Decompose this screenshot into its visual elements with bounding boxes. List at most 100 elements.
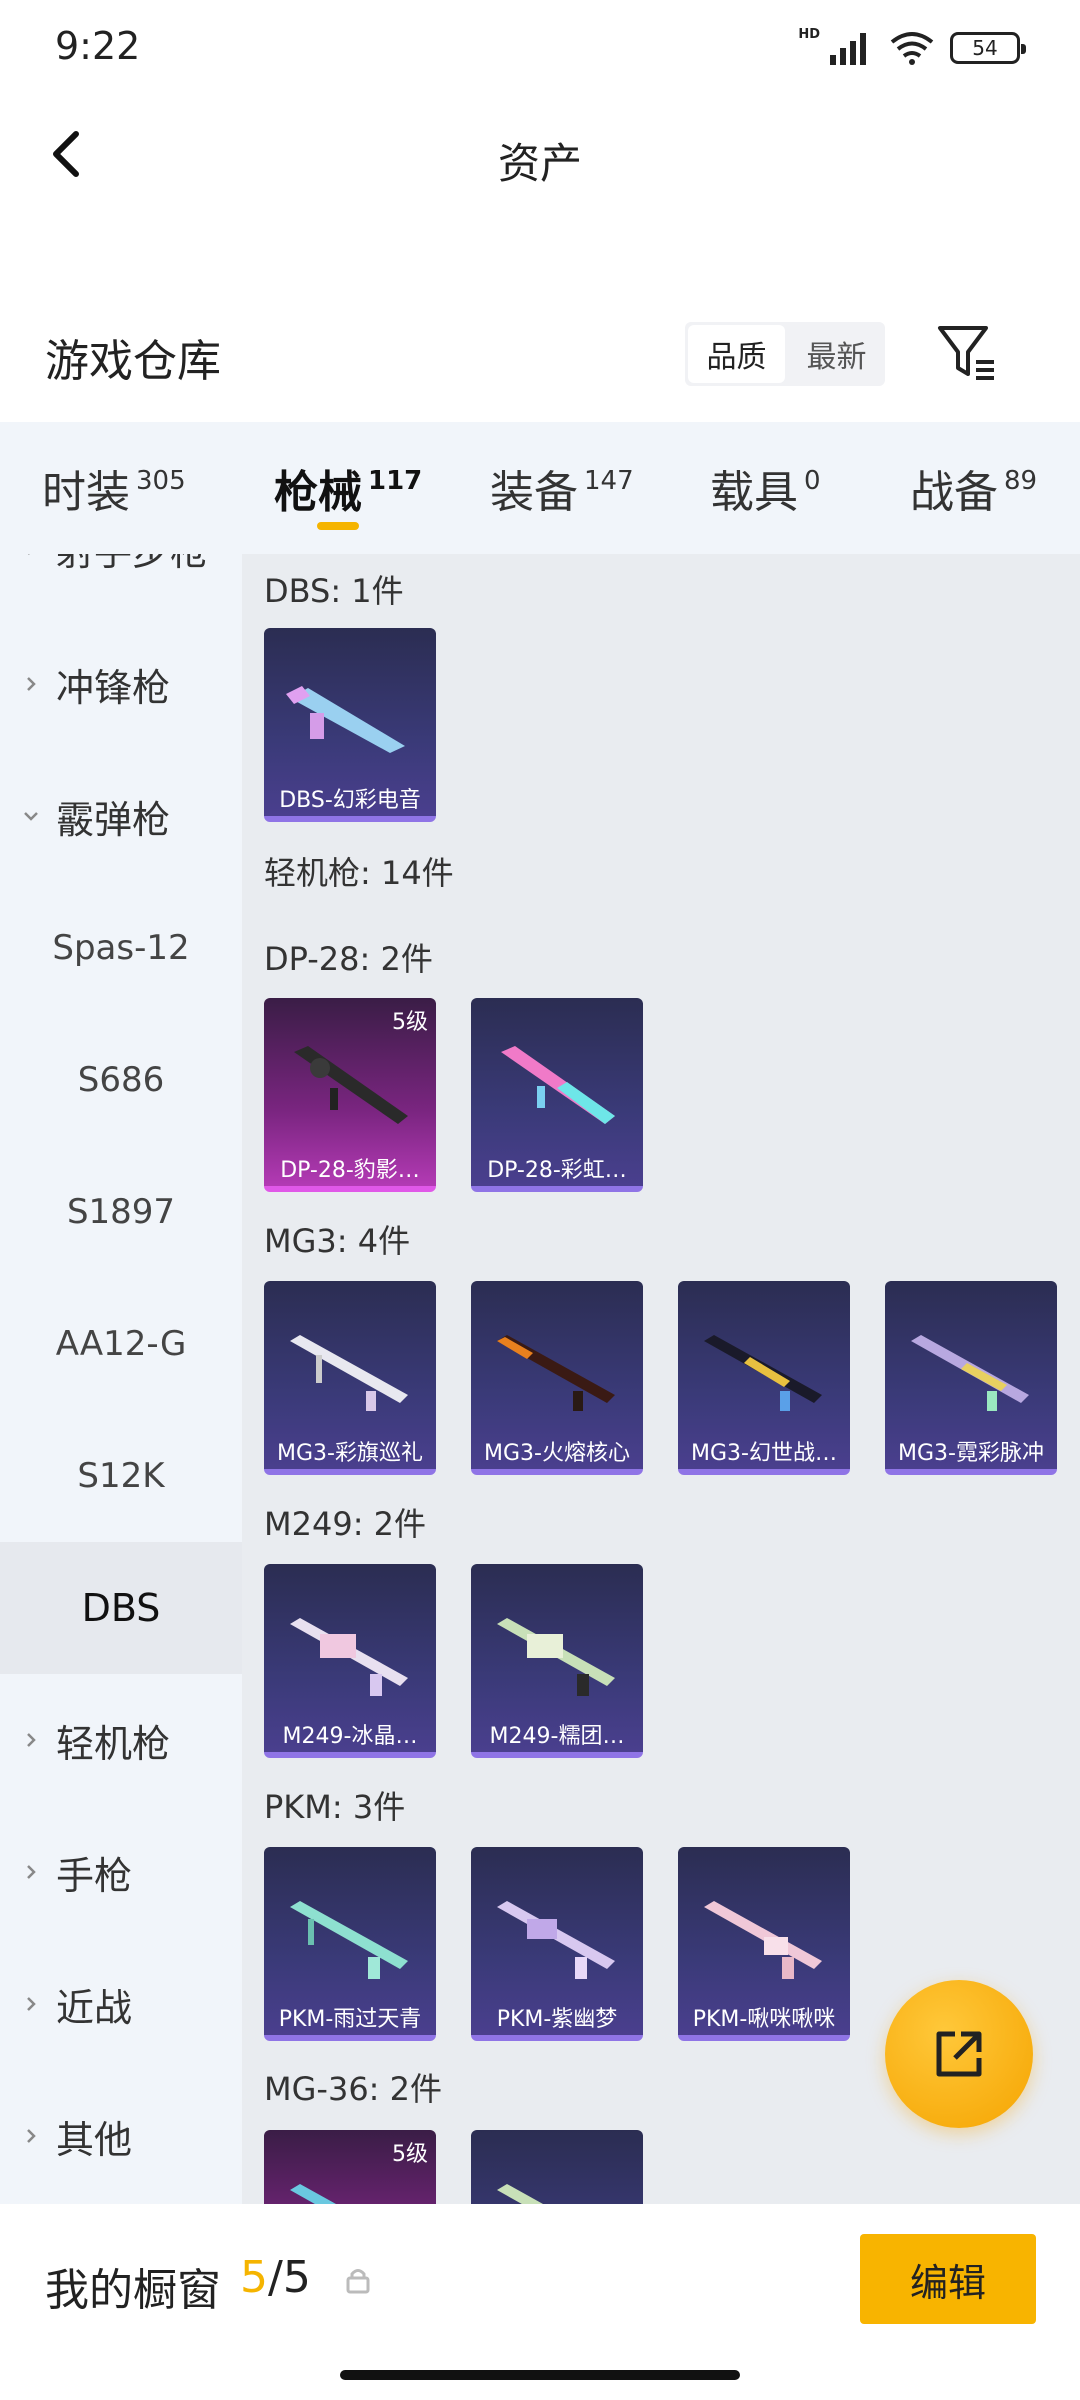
sidebar-item-smg[interactable]: 冲锋枪	[0, 618, 242, 750]
weapon-card[interactable]	[471, 2130, 643, 2204]
weapon-card-label: DBS-幻彩电音	[279, 788, 421, 813]
sort-quality-button[interactable]: 品质	[688, 325, 785, 383]
sort-toggle: 品质 最新	[685, 322, 885, 386]
sidebar-item-lmg[interactable]: 轻机枪	[0, 1674, 242, 1806]
weapon-skin-image	[497, 1618, 615, 1696]
weapon-card[interactable]: PKM-雨过天青	[264, 1847, 436, 2041]
weapon-card-label: DP-28-彩虹…	[487, 1158, 627, 1183]
sidebar-item-label: 手枪	[56, 1853, 133, 1898]
sidebar-subitem-aa12g[interactable]: AA12-G	[0, 1278, 242, 1410]
chevron-right-icon	[27, 1865, 36, 1879]
tab-count: 147	[584, 466, 634, 496]
tab-equipment[interactable]: 装备 147	[490, 456, 634, 520]
tab-label: 载具	[710, 467, 798, 518]
tab-label: 枪械	[274, 467, 362, 518]
edit-button[interactable]: 编辑	[860, 2234, 1036, 2324]
tab-count: 305	[136, 466, 186, 496]
weapon-skin-image	[290, 1901, 408, 1979]
share-external-icon	[936, 2031, 982, 2077]
tab-label: 战备	[910, 467, 998, 518]
category-tabs: 时装 305 枪械 117 装备 147 载具 0 战备 89	[0, 422, 1080, 554]
sidebar-item-shotgun[interactable]: 霰弹枪	[0, 750, 242, 882]
weapon-skin-image	[294, 1046, 408, 1124]
showcase-label: 我的橱窗	[45, 2265, 221, 2316]
sidebar-item-other[interactable]: 其他	[0, 2070, 242, 2202]
section-header-mg36: MG-36: 2件	[264, 2070, 442, 2108]
weapon-skin-image	[497, 2184, 543, 2204]
status-bar: 9:22 HD 54	[0, 0, 1080, 100]
weapon-card[interactable]: MG3-火熔核心	[471, 1281, 643, 1475]
weapon-card[interactable]: 5级	[264, 2130, 436, 2204]
weapon-card-label: M249-冰晶…	[282, 1724, 418, 1749]
chevron-right-icon	[27, 677, 36, 691]
showcase-count-total: 5	[282, 2252, 311, 2303]
signal-icon	[830, 33, 866, 65]
weapon-card-label: MG3-彩旗巡礼	[277, 1441, 423, 1466]
tab-label: 时装	[42, 467, 130, 518]
weapon-card[interactable]: MG3-霓彩脉冲	[885, 1281, 1057, 1475]
weapon-card[interactable]: PKM-啾咪啾咪	[678, 1847, 850, 2041]
battery-indicator: 54	[950, 32, 1026, 64]
showcase-count-separator: /	[268, 2252, 283, 2303]
weapon-card-label: PKM-紫幽梦	[496, 2007, 618, 2032]
section-header-mg3: MG3: 4件	[264, 1222, 411, 1260]
weapon-list: DBS: 1件 DBS-幻彩电音 轻机枪: 14件 DP-28: 2件 5级 D…	[242, 554, 1080, 2204]
sidebar-item-melee[interactable]: 近战	[0, 1938, 242, 2070]
sidebar-subitem-s12k[interactable]: S12K	[0, 1410, 242, 1542]
chevron-down-icon	[24, 812, 38, 821]
sidebar-item-marksman[interactable]: 射手步枪	[0, 554, 242, 614]
section-header-dp28: DP-28: 2件	[264, 940, 433, 978]
weapon-skin-image	[704, 1901, 822, 1979]
sidebar-subitem-s686[interactable]: S686	[0, 1014, 242, 1146]
sidebar-item-label: 近战	[56, 1985, 133, 2030]
section-header-dbs: DBS: 1件	[264, 572, 404, 610]
tab-guns[interactable]: 枪械 117	[274, 456, 422, 520]
showcase-count-current: 5	[240, 2252, 268, 2303]
tab-count: 117	[368, 466, 423, 496]
filter-icon[interactable]	[932, 318, 1002, 388]
weapon-card[interactable]: M249-冰晶…	[264, 1564, 436, 1758]
chevron-right-icon	[27, 2129, 36, 2143]
sidebar-item-label: 冲锋枪	[56, 665, 171, 710]
section-header-lmg: 轻机枪: 14件	[264, 854, 454, 892]
tab-count: 0	[804, 466, 821, 496]
weapon-skin-image	[290, 1618, 408, 1696]
sidebar-item-pistol[interactable]: 手枪	[0, 1806, 242, 1938]
share-button[interactable]	[885, 1980, 1033, 2128]
weapon-card-label: M249-糯团…	[489, 1724, 625, 1749]
tab-fashion[interactable]: 时装 305	[42, 456, 186, 520]
showcase-count: 5/5	[240, 2252, 311, 2303]
weapon-card[interactable]: 5级 DP-28-豹影…	[264, 998, 436, 1192]
weapon-skin-image	[704, 1335, 822, 1411]
chevron-right-icon	[28, 554, 30, 555]
battery-level: 54	[972, 36, 998, 60]
weapon-card[interactable]: MG3-幻世战…	[678, 1281, 850, 1475]
sidebar-subitem-dbs[interactable]: DBS	[0, 1542, 242, 1674]
warehouse-title: 游戏仓库	[45, 336, 221, 387]
sort-newest-button[interactable]: 最新	[788, 322, 885, 386]
weapon-card[interactable]: MG3-彩旗巡礼	[264, 1281, 436, 1475]
weapon-card[interactable]: PKM-紫幽梦	[471, 1847, 643, 2041]
home-indicator[interactable]	[340, 2370, 740, 2380]
sidebar-item-label: 其他	[56, 2117, 133, 2162]
weapon-card-label: DP-28-豹影…	[280, 1158, 420, 1183]
tab-supplies[interactable]: 战备 89	[910, 456, 1037, 520]
sidebar-subitem-spas12[interactable]: Spas-12	[0, 882, 242, 1014]
status-time: 9:22	[55, 24, 141, 68]
section-header-pkm: PKM: 3件	[264, 1788, 406, 1826]
weapon-card-label: MG3-霓彩脉冲	[898, 1441, 1044, 1466]
tab-vehicles[interactable]: 载具 0	[710, 456, 821, 520]
weapon-card[interactable]: M249-糯团…	[471, 1564, 643, 1758]
weapon-skin-image	[286, 686, 405, 753]
weapon-card[interactable]: DP-28-彩虹…	[471, 998, 643, 1192]
sidebar-item-label: 霰弹枪	[56, 797, 171, 842]
weapon-card-label: MG3-幻世战…	[691, 1441, 837, 1466]
sidebar-subitem-s1897[interactable]: S1897	[0, 1146, 242, 1278]
tab-count: 89	[1004, 466, 1038, 496]
wifi-icon	[890, 32, 934, 65]
status-icons: HD 54	[794, 26, 1026, 66]
weapon-skin-image	[501, 1046, 615, 1124]
network-type: HD	[798, 26, 820, 42]
chevron-right-icon	[27, 1733, 36, 1747]
weapon-card[interactable]: DBS-幻彩电音	[264, 628, 436, 822]
